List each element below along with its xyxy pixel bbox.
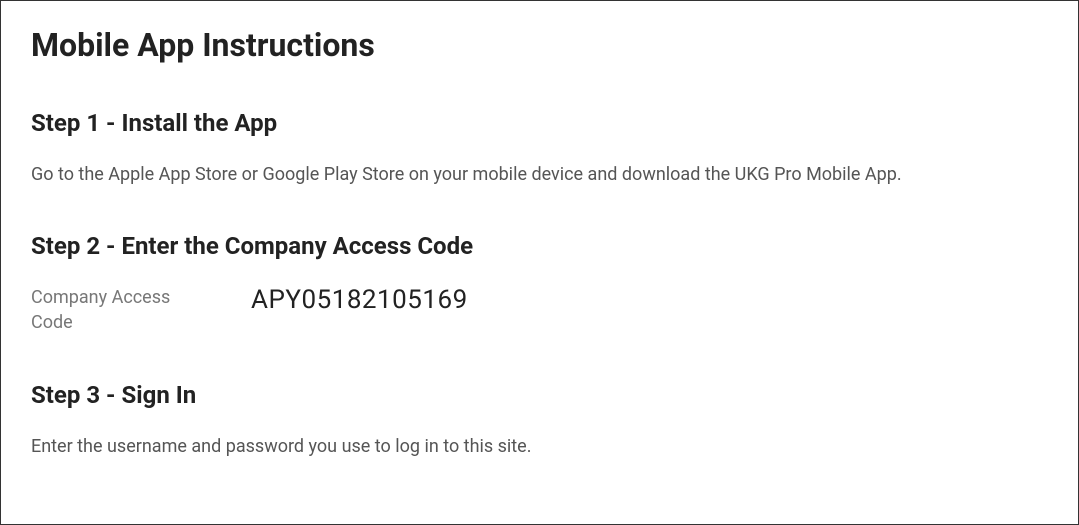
step-2-section: Step 2 - Enter the Company Access Code C… xyxy=(31,232,1048,335)
step-2-heading: Step 2 - Enter the Company Access Code xyxy=(31,232,1048,260)
step-1-section: Step 1 - Install the App Go to the Apple… xyxy=(31,109,1048,187)
page-title: Mobile App Instructions xyxy=(31,26,1048,64)
company-access-code-value: APY05182105169 xyxy=(251,285,468,315)
company-access-code-label: Company Access Code xyxy=(31,285,186,335)
instructions-panel: Mobile App Instructions Step 1 - Install… xyxy=(0,0,1079,525)
step-1-heading: Step 1 - Install the App xyxy=(31,109,1048,137)
step-3-description: Enter the username and password you use … xyxy=(31,434,1048,459)
step-3-section: Step 3 - Sign In Enter the username and … xyxy=(31,381,1048,459)
company-access-code-row: Company Access Code APY05182105169 xyxy=(31,285,1048,335)
step-3-heading: Step 3 - Sign In xyxy=(31,381,1048,409)
step-1-description: Go to the Apple App Store or Google Play… xyxy=(31,162,1048,187)
